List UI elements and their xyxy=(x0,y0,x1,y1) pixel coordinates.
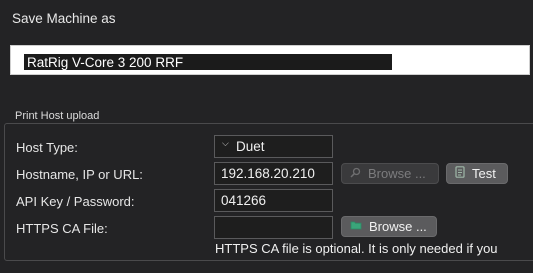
browse-ca-file-button[interactable]: Browse ... xyxy=(341,216,437,237)
https-ca-label: HTTPS CA File: xyxy=(16,221,108,236)
machine-name-field[interactable] xyxy=(10,45,530,75)
folder-icon xyxy=(350,220,362,233)
machine-name-input[interactable] xyxy=(27,53,387,71)
https-ca-input[interactable] xyxy=(214,216,333,239)
magnifier-icon xyxy=(350,167,361,181)
print-host-group-label: Print Host upload xyxy=(15,110,100,122)
api-key-input[interactable] xyxy=(214,189,333,212)
document-icon xyxy=(455,166,465,181)
test-button[interactable]: Test xyxy=(446,163,508,184)
api-key-label: API Key / Password: xyxy=(16,194,135,209)
test-button-label: Test xyxy=(472,166,496,181)
host-type-label: Host Type: xyxy=(16,140,78,155)
host-type-value: Duet xyxy=(236,139,265,154)
browse-ca-file-label: Browse ... xyxy=(369,219,427,234)
dialog-title: Save Machine as xyxy=(12,11,116,26)
https-ca-note: HTTPS CA file is optional. It is only ne… xyxy=(215,241,498,256)
browse-hostname-button: Browse ... xyxy=(341,163,439,184)
hostname-label: Hostname, IP or URL: xyxy=(16,167,143,182)
chevron-down-icon: ⌵ xyxy=(222,138,229,148)
hostname-input[interactable] xyxy=(214,162,333,185)
browse-hostname-label: Browse ... xyxy=(368,166,426,181)
host-type-dropdown[interactable]: ⌵ Duet xyxy=(214,135,333,158)
